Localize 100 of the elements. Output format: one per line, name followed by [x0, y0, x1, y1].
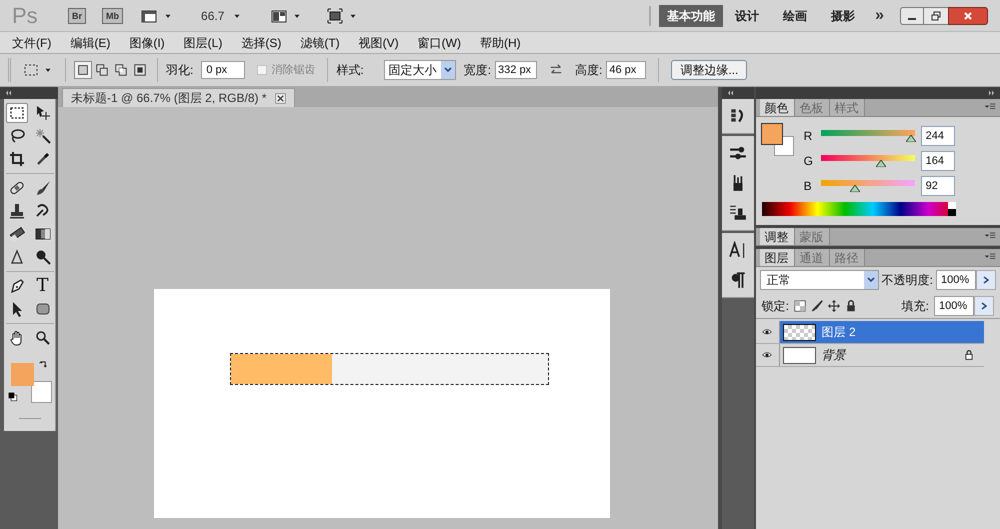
- menu-item[interactable]: 帮助(H): [480, 34, 521, 52]
- menu-item[interactable]: 文件(F): [12, 34, 52, 52]
- expand-arrows-icon[interactable]: [988, 89, 996, 97]
- restore-icon: [931, 10, 941, 20]
- panel-tab[interactable]: 图层: [760, 249, 795, 266]
- move-icon[interactable]: [828, 300, 840, 312]
- minimize-button[interactable]: [900, 6, 924, 24]
- selection-mode-button[interactable]: [74, 61, 92, 79]
- collapse-arrows-icon[interactable]: [4, 89, 12, 97]
- close-button[interactable]: [948, 6, 988, 24]
- workspace-tab[interactable]: 设计: [731, 6, 764, 24]
- lasso-icon: [8, 128, 24, 144]
- feather-field[interactable]: 0 px: [201, 61, 246, 79]
- style-dropdown[interactable]: 固定大小: [384, 60, 456, 80]
- background-color-swatch[interactable]: [30, 381, 52, 403]
- opacity-slider-button[interactable]: [976, 270, 996, 290]
- minimize-icon: [908, 18, 916, 20]
- move-icon: [34, 105, 50, 121]
- marquee-icon: [8, 105, 24, 121]
- app-logo: Ps: [12, 2, 39, 30]
- brush-icon[interactable]: [811, 300, 823, 312]
- layer-row[interactable]: 背景: [756, 344, 984, 367]
- blend-mode-dropdown[interactable]: 正常: [760, 270, 879, 290]
- height-field[interactable]: 46 px: [606, 61, 646, 79]
- document-tab[interactable]: 未标题-1 @ 66.7% (图层 2, RGB/8) *: [62, 88, 295, 107]
- eye-icon[interactable]: [760, 350, 774, 360]
- eyedropper-icon: [34, 151, 50, 167]
- menu-item[interactable]: 编辑(E): [70, 34, 110, 52]
- workspace-tab[interactable]: 基本功能: [659, 4, 724, 26]
- workspace-tab[interactable]: 摄影: [827, 6, 860, 24]
- lock-label: 锁定:: [762, 298, 789, 315]
- hand-icon: [8, 330, 24, 346]
- channel-label: B: [804, 178, 813, 195]
- layer-thumbnail: [782, 324, 816, 340]
- marquee-tool-button[interactable]: [6, 103, 28, 123]
- lock-transparency-icon[interactable]: [794, 300, 806, 312]
- width-field[interactable]: 332 px: [495, 61, 538, 79]
- document-title: 未标题-1 @ 66.7% (图层 2, RGB/8) *: [70, 90, 267, 107]
- gradient-icon: [34, 226, 50, 242]
- launcher-button[interactable]: Br: [68, 8, 86, 24]
- zoom-dropdown[interactable]: 66.7: [201, 6, 242, 24]
- layer-name: 图层 2: [822, 324, 857, 341]
- eye-icon[interactable]: [760, 327, 774, 337]
- color-spectrum-bar[interactable]: [762, 202, 956, 216]
- menu-item[interactable]: 视图(V): [358, 34, 399, 52]
- channel-value-field[interactable]: 92: [920, 176, 955, 196]
- refine-edge-button[interactable]: 调整边缘...: [671, 60, 748, 80]
- layer-name: 背景: [822, 347, 848, 364]
- character-panel-button[interactable]: [728, 241, 747, 259]
- fill-field[interactable]: 100%: [934, 296, 974, 316]
- text-tool-button[interactable]: T: [32, 276, 54, 296]
- chevron-right-icon: [981, 302, 987, 310]
- opacity-field[interactable]: 100%: [936, 270, 976, 290]
- swap-colors-icon[interactable]: [38, 360, 48, 370]
- sliders-panel-button[interactable]: [728, 144, 747, 162]
- fill-label: 填充:: [902, 298, 929, 315]
- restore-button[interactable]: [924, 6, 948, 24]
- layout-grid-icon: [270, 8, 288, 24]
- selection-mode-icon: [95, 63, 109, 77]
- anti-alias-label: 消除锯齿: [271, 62, 316, 78]
- selection-mode-icon: [114, 63, 128, 77]
- fill-slider-button[interactable]: [974, 296, 994, 316]
- foreground-color-swatch[interactable]: [10, 363, 34, 386]
- menu-item[interactable]: 图层(L): [184, 34, 222, 52]
- workspace-tab[interactable]: 绘画: [779, 6, 812, 24]
- dropdown-caret-icon: [440, 61, 455, 79]
- foreground-color-swatch[interactable]: [762, 124, 782, 144]
- collapse-arrows-icon[interactable]: [726, 89, 734, 97]
- menu-item[interactable]: 选择(S): [241, 34, 282, 52]
- lock-icon[interactable]: [845, 300, 857, 312]
- stamp-icon: [8, 203, 24, 219]
- height-label: 高度:: [575, 62, 602, 79]
- panel-tab[interactable]: 调整: [760, 228, 795, 245]
- selection-mode-icon: [76, 63, 90, 77]
- menu-item[interactable]: 滤镜(T): [300, 34, 340, 52]
- menu-item[interactable]: 窗口(W): [418, 34, 461, 52]
- style-label: 样式:: [336, 62, 364, 79]
- magic-wand-icon: [34, 128, 50, 144]
- close-icon[interactable]: [274, 92, 286, 104]
- default-colors-icon[interactable]: [8, 392, 18, 402]
- layer-row[interactable]: 图层 2: [756, 321, 984, 344]
- width-label: 宽度:: [464, 62, 492, 79]
- selection-mode-icon: [133, 63, 147, 77]
- dodge-icon: [34, 249, 50, 265]
- screen-frame-icon: [326, 8, 344, 24]
- stamp-list-button[interactable]: [728, 204, 747, 222]
- crop-icon: [8, 151, 24, 167]
- channel-label: R: [804, 128, 814, 145]
- chevron-right-icon: [983, 276, 989, 284]
- panel-tab[interactable]: 颜色: [760, 99, 795, 116]
- menu-item[interactable]: 图像(I): [129, 34, 165, 52]
- launcher-button[interactable]: Mb: [102, 8, 124, 24]
- history-brush-icon: [34, 203, 50, 219]
- more-workspaces-button[interactable]: »: [875, 4, 884, 28]
- channel-value-field[interactable]: 244: [920, 126, 955, 146]
- feather-label: 羽化:: [166, 62, 194, 79]
- pen-icon: [8, 278, 24, 294]
- channel-value-field[interactable]: 164: [920, 151, 955, 171]
- close-icon: [963, 10, 973, 20]
- ruler-frame-icon: [139, 8, 160, 24]
